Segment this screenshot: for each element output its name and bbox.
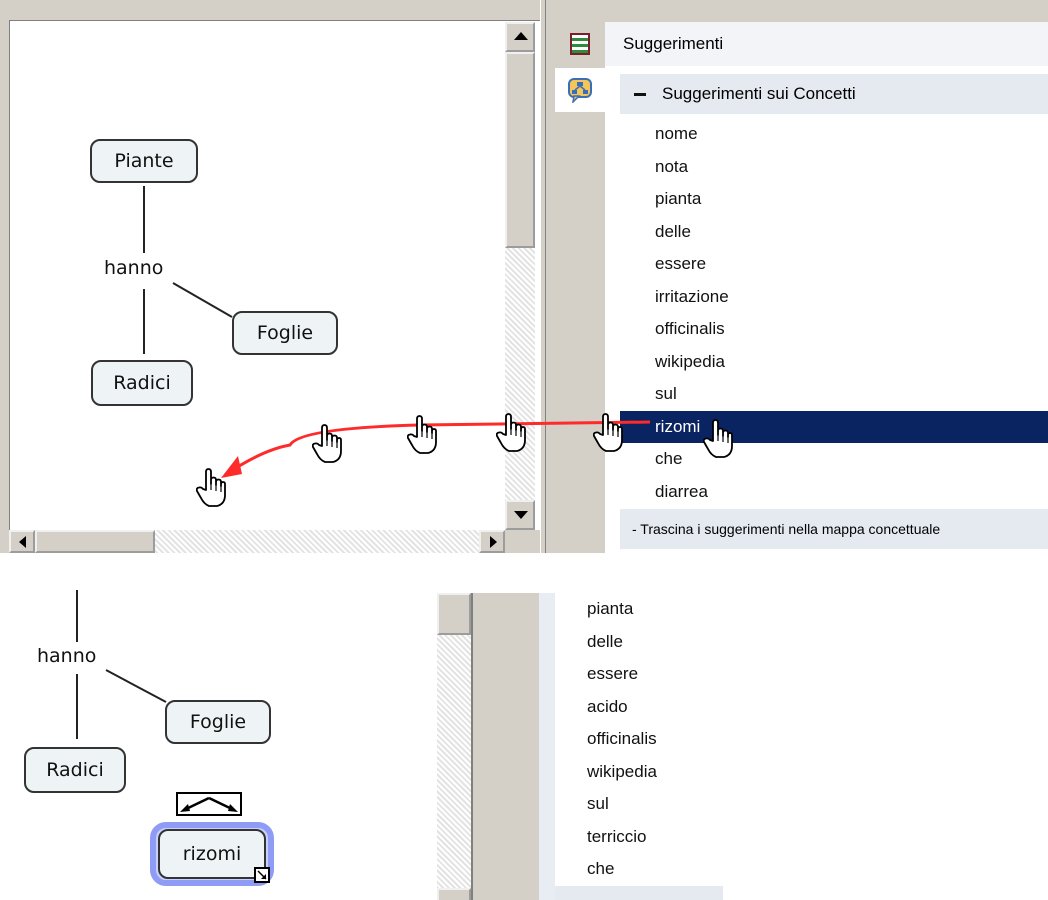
line-hanno-foglie [172,282,233,318]
suggestion-item[interactable]: officinalis [620,313,1048,346]
suggestion-item[interactable]: delle [555,626,755,659]
panel-title: Suggerimenti [605,22,1048,66]
before-screenshot: Piante hanno Foglie Radici Suggerimenti … [0,0,1048,553]
tab-suggestions[interactable] [555,68,605,112]
suggestion-item[interactable]: wikipedia [555,756,755,789]
suggestion-item[interactable]: essere [555,658,755,691]
scrollbar-corner [505,530,540,553]
concept-map-canvas[interactable]: Piante hanno Foglie Radici [9,20,540,553]
notes-icon [570,33,590,55]
scroll-left-button[interactable] [9,530,35,553]
collapse-icon[interactable] [634,92,646,96]
scroll-down-button[interactable] [437,888,471,900]
side-tab-strip [555,22,605,553]
suggestion-item[interactable]: terriccio [555,821,755,854]
tab-notes[interactable] [555,22,605,66]
scroll-left-arrow-icon [19,536,26,548]
suggestion-item[interactable]: pianta [555,593,755,626]
linking-phrase[interactable]: hanno [37,645,96,667]
panel-indent-strip [539,593,555,900]
panel-footer-hint: - Trascina i suggerimenti nella mappa co… [620,509,1048,549]
scroll-right-arrow-icon [490,536,497,548]
line-hanno-foglie [105,669,167,703]
suggestion-item[interactable]: acido [555,691,755,724]
canvas-horizontal-scrollbar[interactable] [9,530,505,553]
scroll-right-button[interactable] [479,530,505,553]
suggestion-item[interactable]: officinalis [555,723,755,756]
concept-radici[interactable]: Radici [91,360,193,406]
suggestion-item[interactable]: irritazione [620,281,1048,314]
suggestion-item[interactable]: essere [620,248,1048,281]
concept-rizomi[interactable]: rizomi [158,829,266,879]
concept-foglie[interactable]: Foglie [232,311,338,355]
suggestion-item[interactable]: che [555,853,755,886]
concept-foglie[interactable]: Foglie [165,700,271,744]
concept-suggestions-icon [568,78,592,103]
linking-phrase[interactable]: hanno [104,257,163,279]
suggestion-list: nome nota pianta delle essere irritazion… [620,118,1048,508]
resize-arrows-icon[interactable] [176,792,242,816]
connection-lines [143,186,233,354]
suggestion-item-selected[interactable]: rizomi [620,410,1048,443]
resize-handle-icon[interactable] [254,867,270,883]
scroll-thumb[interactable] [505,52,535,248]
suggestions-panel: Suggerimenti Suggerimenti sui Concetti n… [605,22,1048,553]
scroll-up-arrow-icon [514,32,528,40]
suggestion-item[interactable]: nota [620,151,1048,184]
section-title: Suggerimenti sui Concetti [662,84,856,103]
after-screenshot: hanno Foglie Radici rizomi pianta delle … [0,553,1048,900]
suggestion-item[interactable]: nome [620,118,1048,151]
suggestion-item[interactable]: sul [555,788,755,821]
suggestion-item[interactable]: sul [620,378,1048,411]
canvas-vertical-scrollbar[interactable] [437,593,471,900]
suggestion-item[interactable]: che [620,443,1048,476]
hscroll-thumb[interactable] [35,530,155,553]
suggestion-item[interactable]: pianta [620,183,1048,216]
suggestion-item[interactable]: delle [620,216,1048,249]
suggestion-item[interactable]: diarrea [620,476,1048,509]
scroll-thumb[interactable] [437,593,471,635]
scroll-up-button[interactable] [505,22,535,52]
canvas-vertical-scrollbar[interactable] [505,22,535,530]
section-header-concept-suggestions[interactable]: Suggerimenti sui Concetti [620,74,1048,114]
scroll-down-button[interactable] [505,500,535,530]
concept-piante[interactable]: Piante [90,139,198,183]
pane-splitter[interactable] [540,0,546,553]
suggestion-list-after: pianta delle essere acido officinalis wi… [555,593,755,900]
concept-radici[interactable]: Radici [24,747,126,793]
scroll-down-arrow-icon [514,511,528,519]
list-bottom-bar [555,886,723,900]
suggestion-item[interactable]: wikipedia [620,346,1048,379]
pane-splitter[interactable] [471,593,539,900]
